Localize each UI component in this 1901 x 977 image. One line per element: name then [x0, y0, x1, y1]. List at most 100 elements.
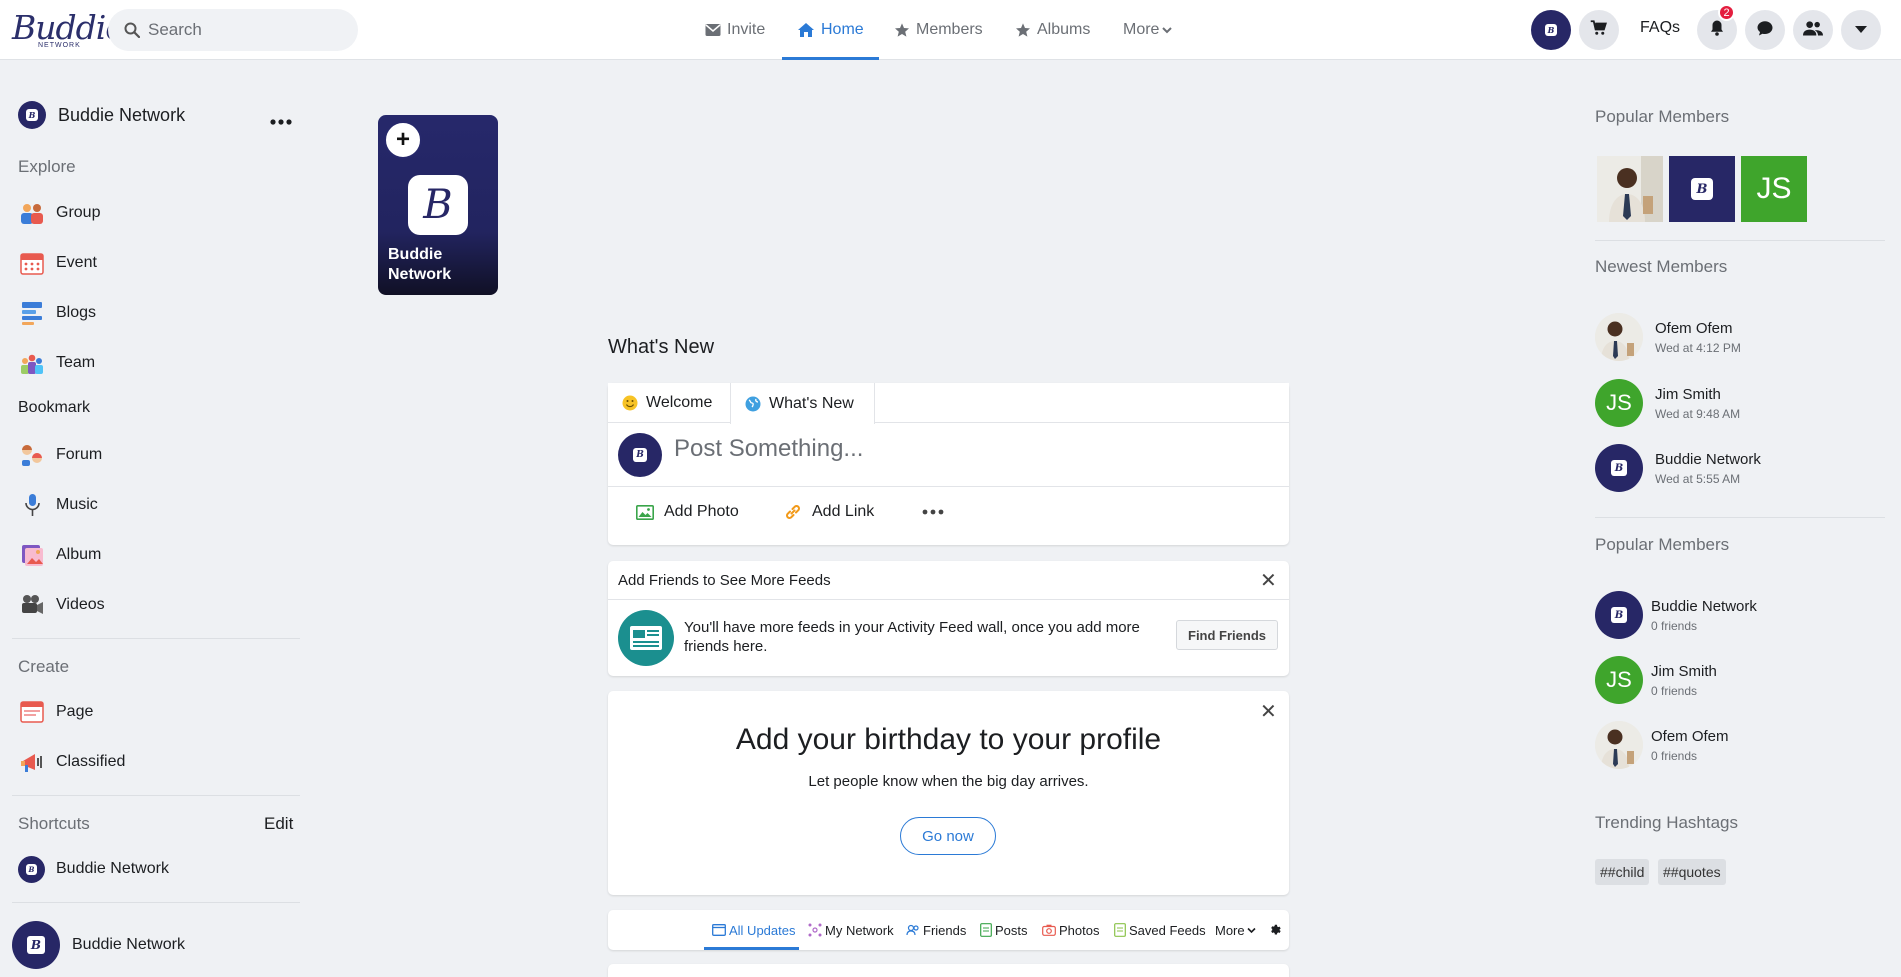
cart-button[interactable] — [1579, 10, 1619, 50]
search-box[interactable] — [108, 9, 358, 51]
avatar: B — [12, 921, 60, 969]
sidebar-divider — [12, 902, 300, 903]
bottom-profile[interactable]: B Buddie Network — [12, 921, 185, 969]
tab-welcome[interactable]: Welcome — [622, 383, 712, 423]
account-menu-button[interactable] — [1841, 10, 1881, 50]
ellipsis-icon — [270, 119, 292, 125]
globe-icon — [745, 396, 761, 412]
sidebar-profile[interactable]: B Buddie Network — [18, 101, 185, 129]
add-link-button[interactable]: Add Link — [784, 503, 874, 521]
member-item[interactable]: JS Jim Smith Wed at 9:48 AM — [1595, 379, 1740, 427]
close-icon[interactable]: ✕ — [1260, 568, 1277, 593]
site-logo[interactable]: Buddie NETWORK — [12, 8, 125, 52]
add-friends-header: Add Friends to See More Feeds ✕ — [608, 561, 1289, 600]
hashtag-chip[interactable]: ##child — [1595, 859, 1650, 885]
sidebar-item-forum[interactable]: Forum — [18, 440, 102, 470]
filter-posts[interactable]: Posts — [980, 910, 1028, 950]
close-icon[interactable]: ✕ — [1260, 699, 1277, 724]
music-icon — [18, 492, 45, 519]
top-bar: Buddie NETWORK Invite Home Members Album… — [0, 0, 1901, 60]
member-photo — [1597, 156, 1663, 222]
shortcuts-edit-link[interactable]: Edit — [264, 814, 293, 834]
more-actions-button[interactable] — [922, 509, 944, 515]
nav-members[interactable]: Members — [894, 0, 983, 60]
member-tile[interactable]: B — [1669, 156, 1735, 222]
messages-button[interactable] — [1745, 10, 1785, 50]
feed-settings-button[interactable] — [1268, 910, 1281, 950]
sidebar-item-album[interactable]: Album — [18, 540, 101, 570]
sidebar-item-blogs[interactable]: Blogs — [18, 298, 96, 328]
member-tile[interactable]: JS — [1741, 156, 1807, 222]
filter-my-network[interactable]: My Network — [808, 910, 894, 950]
filter-more[interactable]: More — [1215, 910, 1256, 950]
add-story-button[interactable]: + — [384, 121, 422, 159]
composer-actions: Add Photo Add Link — [608, 487, 1289, 545]
active-tab-indicator — [782, 57, 879, 60]
explore-heading: Explore — [18, 157, 76, 176]
story-title: Buddie Network — [388, 246, 452, 283]
filter-all-updates[interactable]: All Updates — [712, 910, 795, 950]
composer[interactable]: B Post Something... — [608, 423, 1289, 487]
nav-albums[interactable]: Albums — [1015, 0, 1090, 60]
go-now-button[interactable]: Go now — [900, 817, 996, 855]
filter-friends[interactable]: Friends — [906, 910, 966, 950]
calendar-icon — [18, 250, 45, 277]
find-friends-button[interactable]: Find Friends — [1176, 620, 1278, 650]
page-icon — [18, 699, 45, 726]
nav-home[interactable]: Home — [797, 0, 864, 60]
post-input[interactable]: Post Something... — [674, 435, 863, 463]
sidebar-item-group[interactable]: Group — [18, 198, 100, 228]
shortcut-item[interactable]: B Buddie Network — [18, 854, 169, 884]
member-item[interactable]: Ofem Ofem Wed at 4:12 PM — [1595, 313, 1741, 361]
member-item[interactable]: B Buddie Network Wed at 5:55 AM — [1595, 444, 1761, 492]
sidebar-item-label: Videos — [56, 596, 105, 613]
search-icon — [124, 22, 141, 39]
tab-whats-new[interactable]: What's New — [730, 383, 875, 424]
story-card[interactable]: + B Buddie Network — [378, 115, 498, 295]
smile-icon — [622, 395, 638, 411]
sidebar-item-classified[interactable]: Classified — [18, 747, 125, 777]
newest-members-heading: Newest Members — [1595, 257, 1728, 276]
sidebar-item-team[interactable]: Team — [18, 348, 95, 378]
member-name: Ofem Ofem — [1651, 727, 1729, 745]
avatar: JS — [1595, 656, 1643, 704]
member-friends-count: 0 friends — [1651, 683, 1698, 698]
sidebar-item-page[interactable]: Page — [18, 697, 93, 727]
sidebar-item-label: Page — [56, 703, 94, 720]
member-name: Jim Smith — [1655, 385, 1721, 403]
nav-more-label: More — [1123, 21, 1160, 38]
sidebar-item-event[interactable]: Event — [18, 248, 97, 278]
profile-avatar-button[interactable]: B — [1531, 10, 1571, 50]
users-icon — [1803, 19, 1823, 42]
nav-invite[interactable]: Invite — [705, 0, 765, 60]
friends-button[interactable] — [1793, 10, 1833, 50]
member-item[interactable]: JS Jim Smith 0 friends — [1595, 656, 1717, 704]
member-name: Buddie Network — [1651, 597, 1757, 615]
sidebar-item-music[interactable]: Music — [18, 490, 98, 520]
photo-icon — [636, 504, 654, 520]
more-options-button[interactable] — [270, 112, 292, 130]
faqs-link[interactable]: FAQs — [1640, 19, 1680, 37]
star-icon — [894, 22, 910, 38]
search-input[interactable] — [148, 9, 348, 51]
nav-more[interactable]: More — [1123, 0, 1173, 60]
add-friends-title: Add Friends to See More Feeds — [618, 572, 831, 589]
member-item[interactable]: B Buddie Network 0 friends — [1595, 591, 1757, 639]
nav-albums-label: Albums — [1037, 21, 1091, 38]
member-tile[interactable] — [1597, 156, 1663, 222]
add-friends-body: You'll have more feeds in your Activity … — [608, 600, 1289, 676]
hashtag-chip[interactable]: ##quotes — [1658, 859, 1726, 885]
logo-subtext: NETWORK — [38, 42, 81, 49]
ellipsis-icon — [922, 509, 944, 515]
add-photo-button[interactable]: Add Photo — [636, 503, 739, 521]
news-feed-icon — [618, 610, 674, 666]
friends-icon — [906, 924, 920, 936]
filter-photos[interactable]: Photos — [1042, 910, 1099, 950]
member-item[interactable]: Ofem Ofem 0 friends — [1595, 721, 1729, 769]
popular-members-heading: Popular Members — [1595, 535, 1730, 554]
filter-saved-feeds[interactable]: Saved Feeds — [1114, 910, 1206, 950]
chevron-down-icon — [1247, 927, 1256, 934]
popular-members-heading: Popular Members — [1595, 107, 1730, 126]
sidebar-item-videos[interactable]: Videos — [18, 590, 105, 620]
forum-icon — [18, 442, 45, 469]
